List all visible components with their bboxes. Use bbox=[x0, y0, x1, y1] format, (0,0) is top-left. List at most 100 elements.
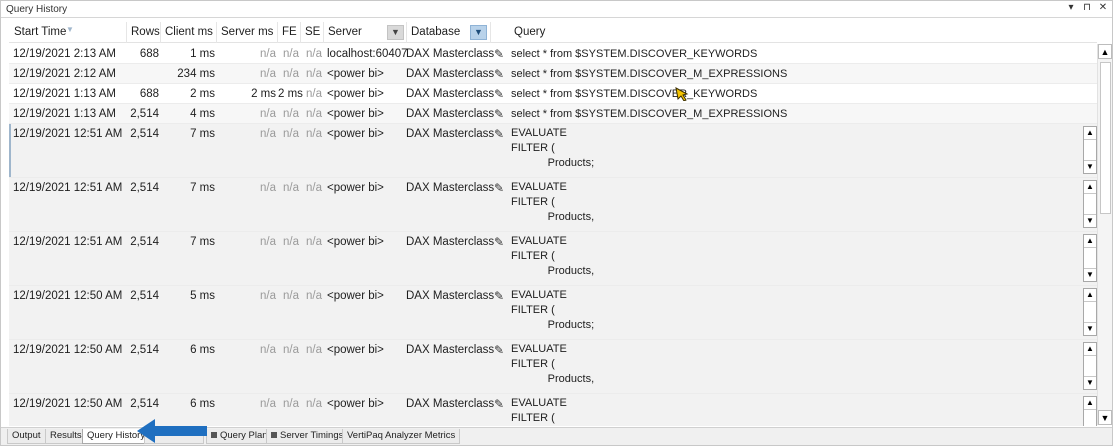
query-cell-scrollbar[interactable]: ▲▼ bbox=[1083, 288, 1097, 336]
edit-query-icon[interactable]: ✎ bbox=[493, 340, 505, 360]
edit-query-icon[interactable]: ✎ bbox=[493, 124, 505, 144]
cell-client-ms: 7 ms bbox=[190, 236, 215, 248]
column-header-fe[interactable]: FE bbox=[278, 22, 301, 43]
query-truncated-line bbox=[511, 281, 871, 285]
cell-start-time: 12/19/2021 2:13 AM bbox=[13, 48, 116, 60]
cell-server: <power bi> bbox=[327, 398, 384, 410]
edit-query-icon[interactable]: ✎ bbox=[493, 394, 505, 414]
table-row[interactable]: 12/19/2021 12:50 AM 2,514 6 ms n/a n/a n/a <po… bbox=[9, 340, 1097, 394]
cell-client-ms: 4 ms bbox=[190, 108, 215, 120]
table-row[interactable]: 12/19/2021 2:13 AM 688 1 ms n/a n/a n/a localh… bbox=[9, 44, 1097, 64]
pin-icon[interactable]: ⊓ bbox=[1082, 2, 1092, 13]
query-text-line: Products; bbox=[511, 157, 595, 169]
column-header-query[interactable]: Query bbox=[507, 22, 1097, 43]
tab-results[interactable]: Results bbox=[45, 429, 87, 444]
cell-server: <power bi> bbox=[327, 344, 384, 356]
scroll-up-icon[interactable]: ▲ bbox=[1084, 181, 1096, 194]
cell-rows: 2,514 bbox=[130, 108, 159, 120]
table-row[interactable]: 12/19/2021 12:51 AM 2,514 7 ms n/a n/a n/a <po… bbox=[9, 124, 1097, 178]
tab-query-plan[interactable]: Query Plan bbox=[206, 429, 273, 444]
edit-query-icon[interactable]: ✎ bbox=[493, 178, 505, 198]
table-row[interactable]: 12/19/2021 1:13 AM 688 2 ms 2 ms 2 ms n/a <pow… bbox=[9, 84, 1097, 104]
table-row[interactable]: 12/19/2021 12:50 AM 2,514 5 ms n/a n/a n/a <po… bbox=[9, 286, 1097, 340]
query-cell-scrollbar[interactable]: ▲▼ bbox=[1083, 234, 1097, 282]
edit-query-icon[interactable]: ✎ bbox=[493, 84, 505, 104]
tab-output[interactable]: Output bbox=[7, 429, 46, 444]
cell-se: n/a bbox=[306, 88, 322, 100]
cell-client-ms: 7 ms bbox=[190, 182, 215, 194]
query-text-line: Products, bbox=[511, 265, 595, 277]
scroll-up-icon[interactable]: ▲ bbox=[1098, 44, 1112, 59]
column-header-start-time[interactable]: Start Time ▼ bbox=[9, 22, 127, 43]
edit-query-icon[interactable]: ✎ bbox=[493, 64, 505, 84]
scroll-down-icon[interactable]: ▼ bbox=[1084, 214, 1096, 227]
cell-fe: n/a bbox=[283, 182, 299, 194]
cell-database: DAX Masterclass bbox=[406, 128, 495, 140]
grid-vertical-scrollbar[interactable]: ▲ ▼ bbox=[1097, 44, 1112, 425]
edit-query-icon[interactable]: ✎ bbox=[493, 286, 505, 306]
cell-fe: n/a bbox=[283, 236, 299, 248]
cell-rows: 2,514 bbox=[130, 236, 159, 248]
query-text-line: EVALUATE bbox=[511, 127, 567, 139]
cell-database: DAX Masterclass bbox=[406, 290, 495, 302]
server-filter-icon[interactable]: ▼ bbox=[387, 25, 404, 40]
column-header-rows[interactable]: Rows bbox=[127, 22, 161, 43]
scroll-up-icon[interactable]: ▲ bbox=[1084, 289, 1096, 302]
tab-server-timings[interactable]: Server Timings bbox=[266, 429, 349, 444]
cell-start-time: 12/19/2021 12:51 AM bbox=[13, 236, 123, 248]
query-cell-scrollbar[interactable]: ▲▼ bbox=[1083, 342, 1097, 390]
edit-query-icon[interactable]: ✎ bbox=[493, 44, 505, 64]
panel-title-bar: Query History ▾ ⊓ ✕ bbox=[1, 1, 1112, 18]
table-row[interactable]: 12/19/2021 12:51 AM 2,514 7 ms n/a n/a n/a <po… bbox=[9, 178, 1097, 232]
scroll-thumb[interactable] bbox=[1100, 62, 1111, 214]
cell-client-ms: 2 ms bbox=[190, 88, 215, 100]
query-text-line: Products; bbox=[511, 319, 595, 331]
cell-start-time: 12/19/2021 12:50 AM bbox=[13, 398, 123, 410]
scroll-up-icon[interactable]: ▲ bbox=[1084, 343, 1096, 356]
cell-server: <power bi> bbox=[327, 68, 384, 80]
close-icon[interactable]: ✕ bbox=[1098, 2, 1108, 13]
scroll-down-icon[interactable]: ▼ bbox=[1084, 160, 1096, 173]
query-text-line: EVALUATE bbox=[511, 343, 567, 355]
scroll-down-icon[interactable]: ▼ bbox=[1084, 376, 1096, 389]
cell-rows: 2,514 bbox=[130, 344, 159, 356]
query-text-line: Products, bbox=[511, 211, 595, 223]
scroll-up-icon[interactable]: ▲ bbox=[1084, 127, 1096, 140]
query-cell-scrollbar[interactable]: ▲▼ bbox=[1083, 180, 1097, 228]
scroll-up-icon[interactable]: ▲ bbox=[1084, 235, 1096, 248]
query-history-grid: Start Time ▼ Rows Client ms Server ms FE… bbox=[9, 20, 1097, 426]
column-header-client-ms[interactable]: Client ms bbox=[161, 22, 217, 43]
cell-database: DAX Masterclass bbox=[406, 344, 495, 356]
query-truncated-line bbox=[511, 173, 871, 177]
database-filter-icon[interactable]: ▼ bbox=[470, 25, 487, 40]
cell-client-ms: 7 ms bbox=[190, 128, 215, 140]
query-text-line: FILTER ( bbox=[511, 304, 555, 316]
query-cell-scrollbar[interactable]: ▲▼ bbox=[1083, 396, 1097, 426]
table-row[interactable]: 12/19/2021 2:12 AM 234 ms n/a n/a n/a <power … bbox=[9, 64, 1097, 84]
cell-rows: 2,514 bbox=[130, 398, 159, 410]
query-truncated-line bbox=[511, 335, 871, 339]
query-text-line: select * from $SYSTEM.DISCOVER_M_EXPRESS… bbox=[511, 68, 788, 80]
table-row[interactable]: 12/19/2021 1:13 AM 2,514 4 ms n/a n/a n/a <pow… bbox=[9, 104, 1097, 124]
dropdown-icon[interactable]: ▾ bbox=[1066, 2, 1076, 13]
column-header-server-ms[interactable]: Server ms bbox=[217, 22, 278, 43]
cell-rows: 688 bbox=[139, 88, 159, 100]
table-row[interactable]: 12/19/2021 12:51 AM 2,514 7 ms n/a n/a n/a <po… bbox=[9, 232, 1097, 286]
row-selection-marker bbox=[9, 124, 11, 177]
cell-server-ms: n/a bbox=[260, 128, 276, 140]
column-header-se[interactable]: SE bbox=[301, 22, 324, 43]
edit-query-icon[interactable]: ✎ bbox=[493, 232, 505, 252]
scroll-down-icon[interactable]: ▼ bbox=[1098, 410, 1112, 425]
scroll-down-icon[interactable]: ▼ bbox=[1084, 322, 1096, 335]
query-text-line: EVALUATE bbox=[511, 397, 567, 409]
cell-se: n/a bbox=[306, 398, 322, 410]
cell-server-ms: n/a bbox=[260, 236, 276, 248]
tab-vertipaq-analyzer-metrics[interactable]: VertiPaq Analyzer Metrics bbox=[342, 429, 461, 444]
cell-start-time: 12/19/2021 1:13 AM bbox=[13, 108, 116, 120]
query-cell-scrollbar[interactable]: ▲▼ bbox=[1083, 126, 1097, 174]
tab-label: Server Timings bbox=[280, 430, 344, 441]
query-text-line: EVALUATE bbox=[511, 235, 567, 247]
edit-query-icon[interactable]: ✎ bbox=[493, 104, 505, 124]
scroll-down-icon[interactable]: ▼ bbox=[1084, 268, 1096, 281]
scroll-up-icon[interactable]: ▲ bbox=[1084, 397, 1096, 410]
